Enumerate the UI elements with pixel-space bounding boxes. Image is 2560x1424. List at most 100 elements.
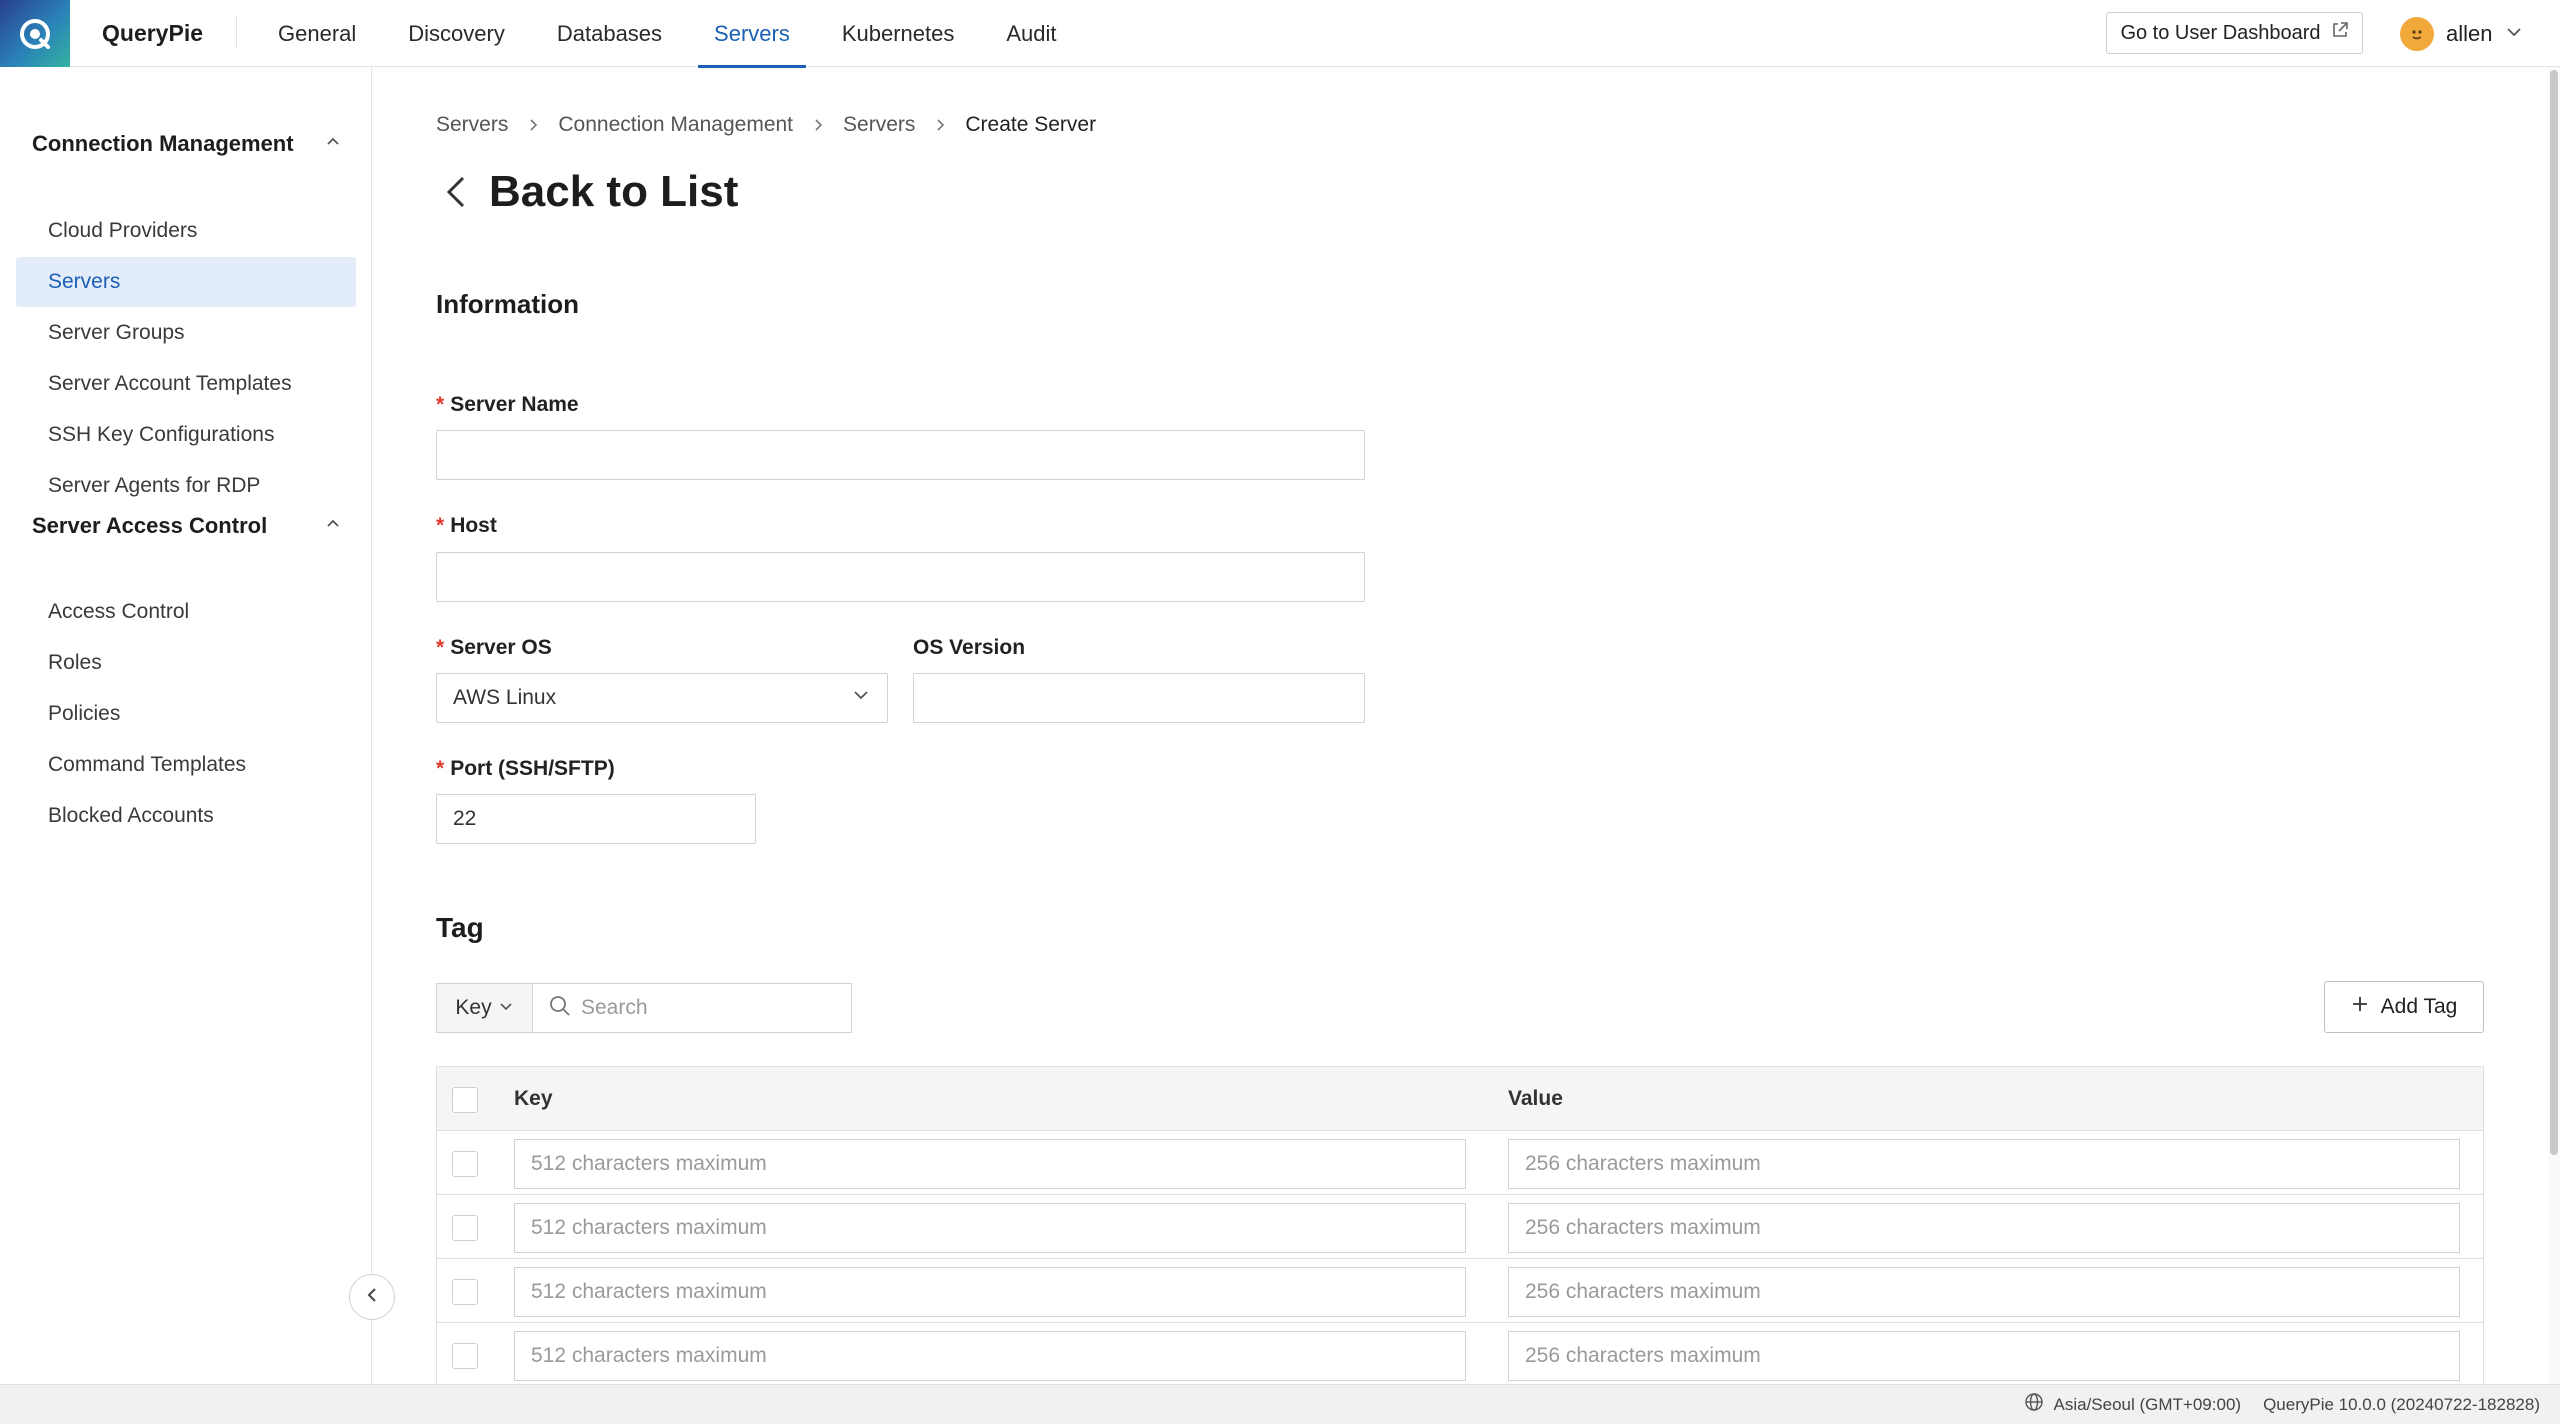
chevron-down-icon[interactable] <box>2504 22 2524 47</box>
port-input[interactable] <box>436 794 756 844</box>
row-checkbox[interactable] <box>452 1343 478 1369</box>
port-label: * Port (SSH/SFTP) <box>436 757 615 781</box>
chevron-right-icon <box>811 118 825 132</box>
server-name-label: * Server Name <box>436 393 579 417</box>
timezone-text: Asia/Seoul (GMT+09:00) <box>2053 1394 2242 1414</box>
back-to-list: Back to List <box>443 167 738 217</box>
sidebar: Connection Management Cloud Providers Se… <box>0 67 372 1384</box>
required-marker: * <box>436 514 445 537</box>
dashboard-button-label: Go to User Dashboard <box>2120 21 2321 44</box>
sidebar-item-servers[interactable]: Servers <box>16 257 356 307</box>
tag-table-header: Key Value <box>437 1067 2483 1131</box>
querypie-logo-icon[interactable] <box>0 0 70 67</box>
breadcrumb-servers[interactable]: Servers <box>436 113 508 137</box>
sidebar-item-server-groups[interactable]: Server Groups <box>16 308 356 358</box>
row-checkbox[interactable] <box>452 1215 478 1241</box>
value-column-header: Value <box>1508 1087 1563 1110</box>
tag-value-input[interactable] <box>1508 1267 2460 1317</box>
server-os-label-text: Server OS <box>450 636 552 659</box>
tag-value-input[interactable] <box>1508 1139 2460 1189</box>
required-marker: * <box>436 636 445 659</box>
nav-general[interactable]: General <box>262 0 372 67</box>
sidebar-item-access-control[interactable]: Access Control <box>16 587 356 637</box>
breadcrumb-create-server: Create Server <box>965 113 1097 136</box>
table-row <box>437 1195 2483 1259</box>
tag-filter-key-label: Key <box>455 996 492 1019</box>
chevron-right-icon <box>933 118 947 132</box>
avatar <box>2400 17 2434 51</box>
sidebar-item-cloud-providers[interactable]: Cloud Providers <box>16 206 356 256</box>
host-label: * Host <box>436 514 497 538</box>
table-row <box>437 1259 2483 1323</box>
tag-key-input[interactable] <box>514 1331 1466 1381</box>
server-os-select[interactable]: AWS Linux <box>436 673 888 723</box>
tag-value-input[interactable] <box>1508 1331 2460 1381</box>
table-row <box>437 1323 2483 1387</box>
brand-name: QueryPie <box>102 20 203 46</box>
breadcrumb-connection-management[interactable]: Connection Management <box>558 113 793 137</box>
sidebar-item-policies[interactable]: Policies <box>16 689 356 739</box>
sidebar-group-server-access-control[interactable]: Server Access Control <box>32 508 342 544</box>
tag-filter-key-dropdown[interactable]: Key <box>436 983 533 1033</box>
user-menu[interactable]: allen <box>2400 14 2524 54</box>
timezone-indicator: Asia/Seoul (GMT+09:00) <box>2024 1392 2242 1417</box>
chevron-right-icon <box>526 118 540 132</box>
table-row <box>437 1131 2483 1195</box>
sidebar-group-title: Server Access Control <box>32 513 268 538</box>
server-name-input[interactable] <box>436 430 1365 480</box>
server-os-label: * Server OS <box>436 636 552 660</box>
add-tag-button[interactable]: Add Tag <box>2324 981 2484 1033</box>
nav-databases[interactable]: Databases <box>541 0 678 67</box>
nav-audit[interactable]: Audit <box>990 0 1072 67</box>
nav-servers[interactable]: Servers <box>698 0 806 68</box>
add-tag-label: Add Tag <box>2380 995 2458 1018</box>
brand-divider <box>236 17 237 49</box>
host-input[interactable] <box>436 552 1365 602</box>
os-version-label: OS Version <box>913 636 1026 659</box>
nav-discovery[interactable]: Discovery <box>392 0 521 67</box>
tag-search-input[interactable] <box>581 996 831 1020</box>
sidebar-group-connection-management[interactable]: Connection Management <box>32 126 342 162</box>
breadcrumb: Servers Connection Management Servers Cr… <box>436 113 1096 137</box>
tag-value-input[interactable] <box>1508 1203 2460 1253</box>
select-all-checkbox[interactable] <box>452 1087 478 1113</box>
sidebar-item-blocked-accounts[interactable]: Blocked Accounts <box>16 791 356 841</box>
breadcrumb-servers-list[interactable]: Servers <box>843 113 915 137</box>
globe-icon <box>2024 1392 2044 1417</box>
scrollbar-thumb[interactable] <box>2550 70 2558 1155</box>
required-marker: * <box>436 757 445 780</box>
server-name-label-text: Server Name <box>450 393 579 416</box>
tag-section-title: Tag <box>436 912 484 943</box>
chevron-up-icon[interactable] <box>324 131 342 157</box>
page-title[interactable]: Back to List <box>489 167 738 217</box>
row-checkbox[interactable] <box>452 1151 478 1177</box>
key-column-header: Key <box>514 1087 553 1110</box>
sidebar-item-roles[interactable]: Roles <box>16 638 356 688</box>
tag-search-box <box>532 983 852 1033</box>
sidebar-item-command-templates[interactable]: Command Templates <box>16 740 356 790</box>
tag-key-input[interactable] <box>514 1139 1466 1189</box>
status-footer: Asia/Seoul (GMT+09:00) QueryPie 10.0.0 (… <box>0 1384 2560 1424</box>
sidebar-item-ssh-key-configurations[interactable]: SSH Key Configurations <box>16 410 356 460</box>
back-arrow-icon[interactable] <box>443 172 469 212</box>
top-bar: QueryPie General Discovery Databases Ser… <box>0 0 2560 68</box>
chevron-down-icon <box>498 996 514 1020</box>
plus-icon <box>2351 995 2369 1019</box>
os-version-input[interactable] <box>913 673 1365 723</box>
main-content: Servers Connection Management Servers Cr… <box>373 67 2560 1387</box>
required-marker: * <box>436 393 445 416</box>
nav-kubernetes[interactable]: Kubernetes <box>826 0 971 67</box>
row-checkbox[interactable] <box>452 1279 478 1305</box>
information-section-title: Information <box>436 289 579 319</box>
sidebar-item-server-agents-for-rdp[interactable]: Server Agents for RDP <box>16 461 356 511</box>
sidebar-group-title: Connection Management <box>32 131 294 156</box>
tag-key-input[interactable] <box>514 1267 1466 1317</box>
go-to-user-dashboard-button[interactable]: Go to User Dashboard <box>2106 12 2363 54</box>
version-text: QueryPie 10.0.0 (20240722-182828) <box>2263 1394 2540 1414</box>
chevron-down-icon <box>851 685 871 711</box>
sidebar-item-server-account-templates[interactable]: Server Account Templates <box>16 359 356 409</box>
server-os-value: AWS Linux <box>453 686 557 709</box>
chevron-up-icon[interactable] <box>324 513 342 539</box>
main-nav: General Discovery Databases Servers Kube… <box>262 0 1093 68</box>
tag-key-input[interactable] <box>514 1203 1466 1253</box>
